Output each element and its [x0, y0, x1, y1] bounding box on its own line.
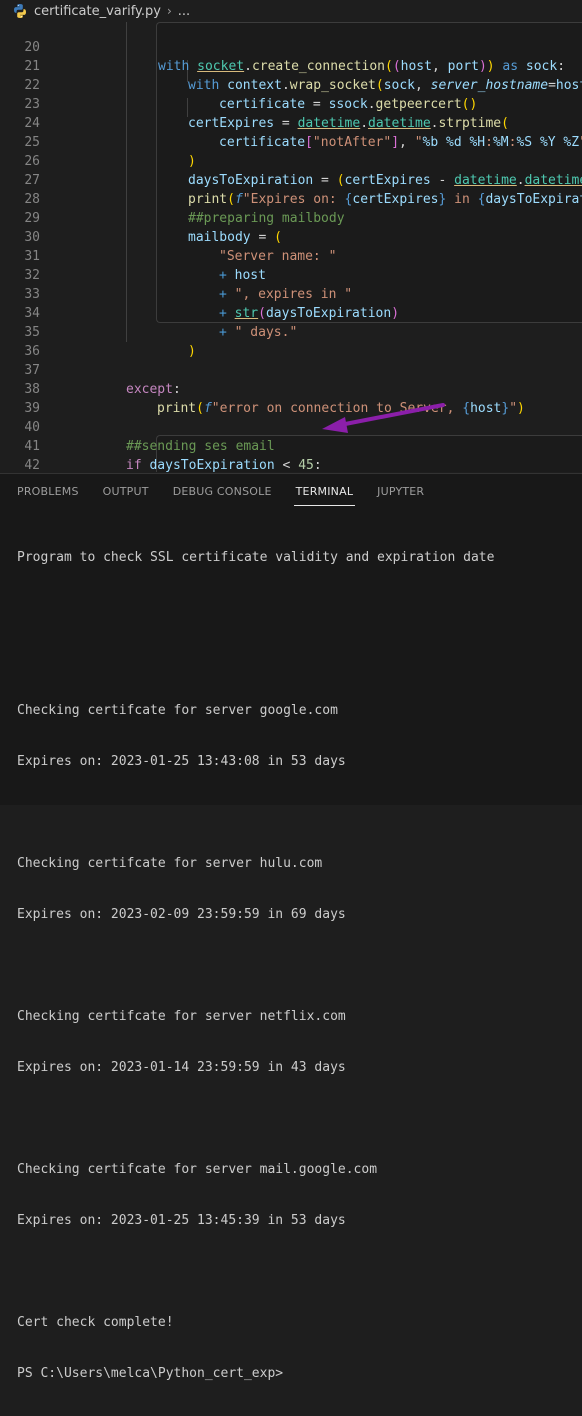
- breadcrumb-file[interactable]: certificate_varify.py: [34, 4, 161, 19]
- code-line: 21 with context.wrap_socket(sock, server…: [0, 38, 582, 93]
- code-line: 40 ##sending ses email: [0, 399, 582, 454]
- code-line: 39: [0, 380, 582, 416]
- code-line: 38 print(f"error on connection to Server…: [0, 361, 582, 416]
- bottom-panel: PROBLEMS OUTPUT DEBUG CONSOLE TERMINAL J…: [0, 473, 582, 1381]
- code-line: 23 certExpires = datetime.datetime.strpt…: [0, 76, 582, 131]
- tab-jupyter[interactable]: JUPYTER: [365, 474, 436, 510]
- tab-output[interactable]: OUTPUT: [91, 474, 161, 510]
- code-line: 24 certificate["notAfter"], "%b %d %H:%M…: [0, 95, 582, 150]
- code-line: 42 response = client.send_email(: [0, 437, 582, 472]
- terminal-prompt[interactable]: PS C:\Users\melca\Python_cert_exp>: [17, 1365, 494, 1382]
- code-line: 30 "Server name: ": [0, 209, 582, 264]
- terminal-line: Expires on: 2023-01-14 23:59:59 in 43 da…: [17, 1060, 346, 1075]
- tab-terminal[interactable]: TERMINAL: [284, 474, 366, 510]
- terminal-line: Checking certifcate for server google.co…: [17, 703, 338, 718]
- code-line: 22 certificate = ssock.getpeercert(): [0, 57, 582, 112]
- code-line: 27 print(f"Expires on: {certExpires} in …: [0, 152, 582, 207]
- breadcrumb-more[interactable]: ...: [178, 4, 190, 19]
- code-editor[interactable]: 20 with socket.create_connection((host, …: [0, 22, 582, 472]
- terminal-line: Program to check SSL certificate validit…: [17, 550, 495, 565]
- chevron-right-icon: ›: [166, 4, 172, 18]
- terminal-line: Checking certifcate for server hulu.com: [17, 856, 323, 871]
- code-line: 33 + str(daysToExpiration): [0, 266, 582, 321]
- code-line: 31 + host: [0, 228, 582, 283]
- code-line: 20 with socket.create_connection((host, …: [0, 22, 582, 74]
- python-icon: [12, 3, 28, 19]
- code-line: 43 Destination={: [0, 456, 582, 472]
- terminal-line: Checking certifcate for server netflix.c…: [17, 1009, 346, 1024]
- code-line: 25 ): [0, 114, 582, 169]
- code-line: 32 + ", expires in ": [0, 247, 582, 302]
- tab-problems[interactable]: PROBLEMS: [0, 474, 91, 510]
- breadcrumb: certificate_varify.py › ...: [0, 0, 582, 22]
- code-line: 36: [0, 323, 582, 359]
- terminal-line: Cert check complete!: [17, 1315, 174, 1330]
- code-line: 37 except:: [0, 342, 582, 397]
- code-line: 29 mailbody = (: [0, 190, 582, 245]
- code-line: 34 + " days.": [0, 285, 582, 340]
- terminal-output[interactable]: Program to check SSL certificate validit…: [17, 515, 494, 1416]
- vscode-window: certificate_varify.py › ... 20 with sock…: [0, 0, 582, 1381]
- code-line: 26 daysToExpiration = (certExpires - dat…: [0, 133, 582, 188]
- code-line: 28 ##preparing mailbody: [0, 171, 582, 226]
- terminal-line: Expires on: 2023-01-25 13:43:08 in 53 da…: [17, 754, 346, 769]
- terminal-line: Expires on: 2023-02-09 23:59:59 in 69 da…: [17, 907, 346, 922]
- terminal-line: Checking certifcate for server mail.goog…: [17, 1162, 378, 1177]
- tab-debug-console[interactable]: DEBUG CONSOLE: [161, 474, 284, 510]
- terminal-line: Expires on: 2023-01-25 13:45:39 in 53 da…: [17, 1213, 346, 1228]
- panel-tabs: PROBLEMS OUTPUT DEBUG CONSOLE TERMINAL J…: [0, 474, 582, 510]
- code-line: 41 if daysToExpiration < 45:: [0, 418, 582, 472]
- code-line: 35 ): [0, 304, 582, 359]
